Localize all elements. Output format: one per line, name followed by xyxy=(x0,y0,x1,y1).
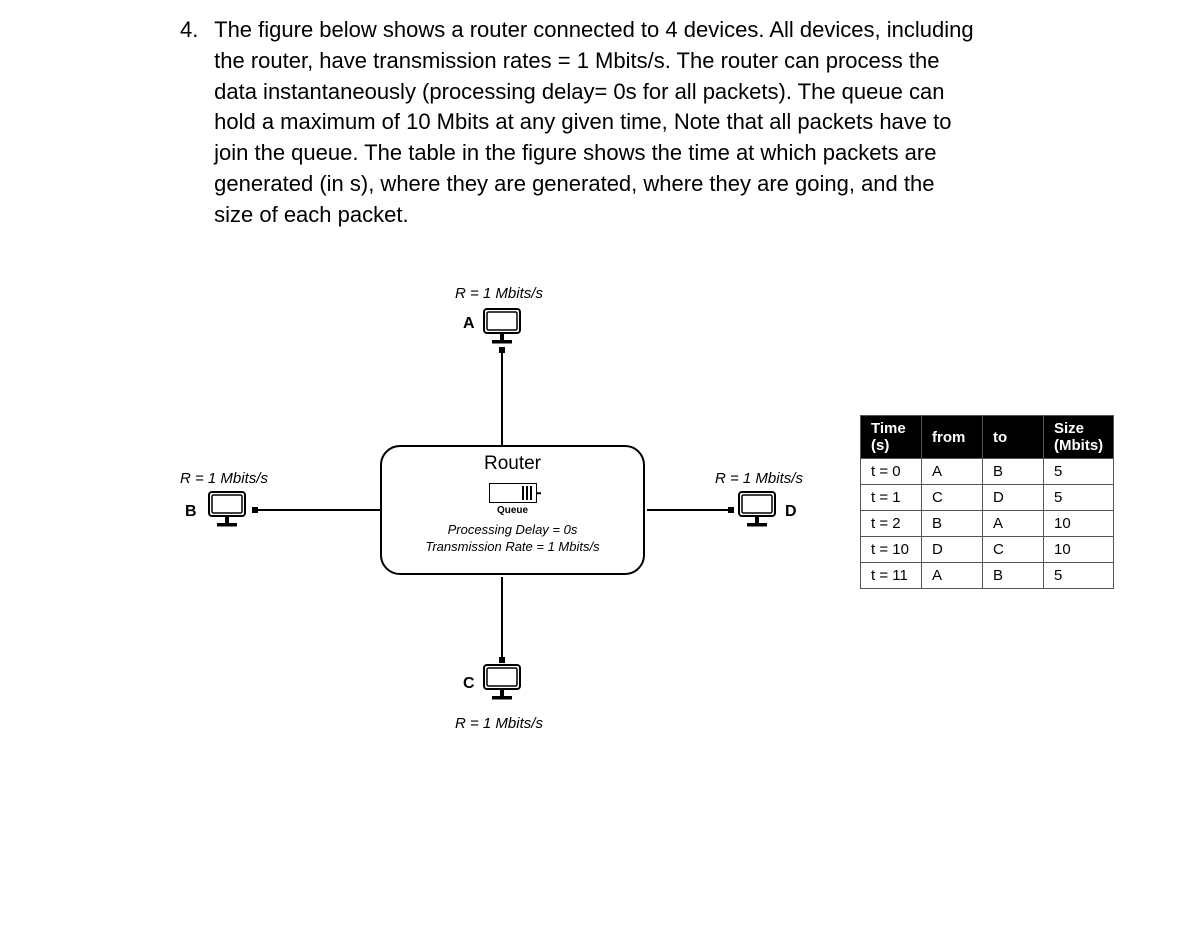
device-c-icon xyxy=(480,663,524,699)
rate-label-c: R = 1 Mbits/s xyxy=(455,715,543,732)
queue-label: Queue xyxy=(382,505,643,516)
th-to: to xyxy=(983,416,1044,459)
th-size: Size(Mbits) xyxy=(1044,416,1114,459)
link-b xyxy=(252,509,380,511)
device-label-d: D xyxy=(785,503,797,521)
router-transmission-rate: Transmission Rate = 1 Mbits/s xyxy=(382,539,643,556)
rate-label-a: R = 1 Mbits/s xyxy=(455,285,543,302)
link-d-end xyxy=(728,507,734,513)
table-row: t = 2 B A 10 xyxy=(861,511,1114,537)
table-row: t = 1 C D 5 xyxy=(861,485,1114,511)
link-a-end xyxy=(499,347,505,353)
table-row: t = 10 D C 10 xyxy=(861,537,1114,563)
device-label-b: B xyxy=(185,503,197,521)
problem-number: 4. xyxy=(180,15,208,46)
link-a xyxy=(501,348,503,445)
link-c xyxy=(501,577,503,662)
queue-icon xyxy=(489,483,537,503)
problem-statement: 4. The figure below shows a router conne… xyxy=(180,15,980,231)
router-box: Router Queue Processing Delay = 0s Trans… xyxy=(380,445,645,575)
problem-text: The figure below shows a router connecte… xyxy=(214,15,974,231)
link-d xyxy=(647,509,733,511)
device-label-a: A xyxy=(463,315,475,333)
th-time: Time(s) xyxy=(861,416,922,459)
rate-label-d: R = 1 Mbits/s xyxy=(715,470,803,487)
packet-table: Time(s) from to Size(Mbits) t = 0 A B 5 … xyxy=(860,415,1114,589)
rate-label-b: R = 1 Mbits/s xyxy=(180,470,268,487)
link-c-end xyxy=(499,657,505,663)
router-processing-delay: Processing Delay = 0s xyxy=(382,522,643,539)
table-row: t = 11 A B 5 xyxy=(861,563,1114,589)
network-diagram: R = 1 Mbits/s A R = 1 Mbits/s B R = 1 Mb… xyxy=(170,285,870,765)
table-row: t = 0 A B 5 xyxy=(861,459,1114,485)
device-d-icon xyxy=(735,490,779,526)
device-a-icon xyxy=(480,307,524,343)
th-from: from xyxy=(922,416,983,459)
device-label-c: C xyxy=(463,675,475,693)
router-title: Router xyxy=(382,453,643,475)
link-b-end xyxy=(252,507,258,513)
device-b-icon xyxy=(205,490,249,526)
table-header-row: Time(s) from to Size(Mbits) xyxy=(861,416,1114,459)
